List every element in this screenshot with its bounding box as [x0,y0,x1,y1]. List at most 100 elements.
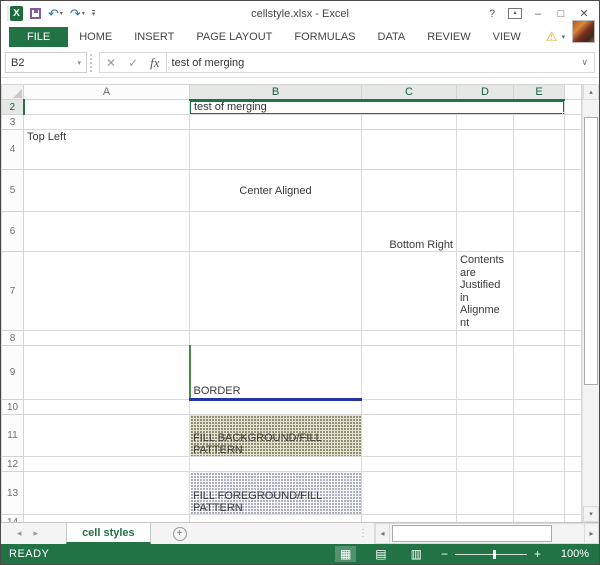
cell-f7[interactable] [564,251,582,331]
cell-e12[interactable] [513,456,565,472]
tab-insert[interactable]: INSERT [123,27,185,47]
name-box-dropdown-icon[interactable]: ▾ [77,59,81,67]
cell-d7[interactable]: Contents are Justified in Alignme nt [456,251,514,331]
cell-a11[interactable] [23,414,190,457]
cell-c6[interactable]: Bottom Right [361,211,457,252]
cell-a8[interactable] [23,330,190,346]
row-header-12[interactable]: 12 [1,456,24,472]
horizontal-scrollbar[interactable]: ◂ ▸ [374,523,599,544]
horizontal-scroll-thumb[interactable] [392,525,552,542]
cell-d4[interactable] [456,129,514,170]
tab-review[interactable]: REVIEW [416,27,481,47]
cell-a10[interactable] [23,399,190,415]
sheet-tab-cell-styles[interactable]: cell styles [66,523,151,544]
cell-b2-merged[interactable]: test of merging [189,99,565,115]
row-header-5[interactable]: 5 [1,169,24,212]
cell-e4[interactable] [513,129,565,170]
cell-d12[interactable] [456,456,514,472]
column-header-c[interactable]: C [361,84,457,101]
undo-button[interactable]: ↶ ▾ [48,7,63,20]
cell-e6[interactable] [513,211,565,252]
cell-b8[interactable] [189,330,362,346]
row-header-11[interactable]: 11 [1,414,24,457]
cell-e11[interactable] [513,414,565,457]
user-avatar[interactable] [572,20,595,43]
cell-f8[interactable] [564,330,582,346]
row-header-9[interactable]: 9 [1,345,24,400]
page-layout-view-icon[interactable]: ▤ [370,546,391,562]
row-header-2[interactable]: 2 [1,99,25,115]
cell-d3[interactable] [456,114,514,130]
row-header-8[interactable]: 8 [1,330,24,346]
cell-f9[interactable] [564,345,582,400]
cell-c10[interactable] [361,399,457,415]
cell-e3[interactable] [513,114,565,130]
tab-view[interactable]: VIEW [482,27,532,47]
warning-icon[interactable]: ⚠ [546,29,558,45]
cell-b13[interactable]: FILL FOREGROUND/FILL PATTERN [189,471,362,515]
column-header-d[interactable]: D [456,84,514,101]
tab-formulas[interactable]: FORMULAS [283,27,366,47]
cell-f5[interactable] [564,169,582,212]
vertical-scroll-track[interactable] [583,100,599,506]
zoom-in-icon[interactable]: + [534,547,541,561]
cell-b5[interactable]: Center Aligned [189,169,362,212]
save-icon[interactable] [30,8,41,19]
minimize-button[interactable]: – [531,8,545,20]
cell-a13[interactable] [23,471,190,515]
cell-f12[interactable] [564,456,582,472]
tab-data[interactable]: DATA [367,27,417,47]
cell-f6[interactable] [564,211,582,252]
undo-dropdown-icon[interactable]: ▾ [60,8,63,20]
maximize-button[interactable]: □ [554,8,568,20]
vertical-scroll-thumb[interactable] [584,117,598,385]
formula-bar-expand-icon[interactable]: ∨ [575,57,594,68]
cell-a12[interactable] [23,456,190,472]
zoom-level[interactable]: 100% [555,548,589,560]
normal-view-icon[interactable]: ▦ [334,546,357,562]
cell-c8[interactable] [361,330,457,346]
cell-d6[interactable] [456,211,514,252]
column-header-a[interactable]: A [23,84,190,100]
customize-quick-access-icon[interactable]: ▾ [91,10,96,18]
cell-d5[interactable] [456,169,514,212]
row-header-10[interactable]: 10 [1,399,24,415]
cell-d13[interactable] [456,471,514,515]
row-header-13[interactable]: 13 [1,471,24,515]
column-header-b[interactable]: B [189,84,362,101]
row-header-3[interactable]: 3 [1,114,24,130]
tab-file[interactable]: FILE [9,27,69,47]
zoom-out-icon[interactable]: − [441,547,448,561]
cell-b11[interactable]: FILL BACKGROUND/FILL PATTERN [189,414,362,457]
cell-d11[interactable] [456,414,514,457]
cell-c4[interactable] [361,129,457,170]
cell-c9[interactable] [361,345,457,400]
page-break-view-icon[interactable]: ▥ [406,546,427,562]
select-all-button[interactable] [1,84,24,100]
zoom-slider[interactable] [454,549,527,559]
cell-b4[interactable] [189,129,362,170]
cell-e13[interactable] [513,471,565,515]
ribbon-display-options-button[interactable]: ▴ [508,8,522,19]
scroll-right-icon[interactable]: ▸ [584,523,599,544]
previous-sheet-icon[interactable]: ◂ [17,528,22,539]
cell-a4[interactable]: Top Left [23,129,190,170]
cell-e5[interactable] [513,169,565,212]
cell-f2[interactable] [564,99,582,115]
row-header-6[interactable]: 6 [1,211,24,252]
tab-home[interactable]: HOME [68,27,123,47]
scroll-down-icon[interactable]: ▾ [583,506,599,522]
cell-c11[interactable] [361,414,457,457]
column-header-e[interactable]: E [513,84,565,101]
cell-f10[interactable] [564,399,582,415]
name-box[interactable]: B2 ▾ [5,52,87,73]
cell-c7[interactable] [361,251,457,331]
cell-b7[interactable] [189,251,362,331]
cell-a7[interactable] [23,251,190,331]
vertical-scrollbar[interactable]: ▴ ▾ [582,84,599,522]
cell-a9[interactable] [23,345,190,400]
insert-function-icon[interactable]: fx [150,55,159,71]
cell-c5[interactable] [361,169,457,212]
new-sheet-button[interactable]: + [172,526,187,541]
column-header-f-partial[interactable] [564,84,582,100]
